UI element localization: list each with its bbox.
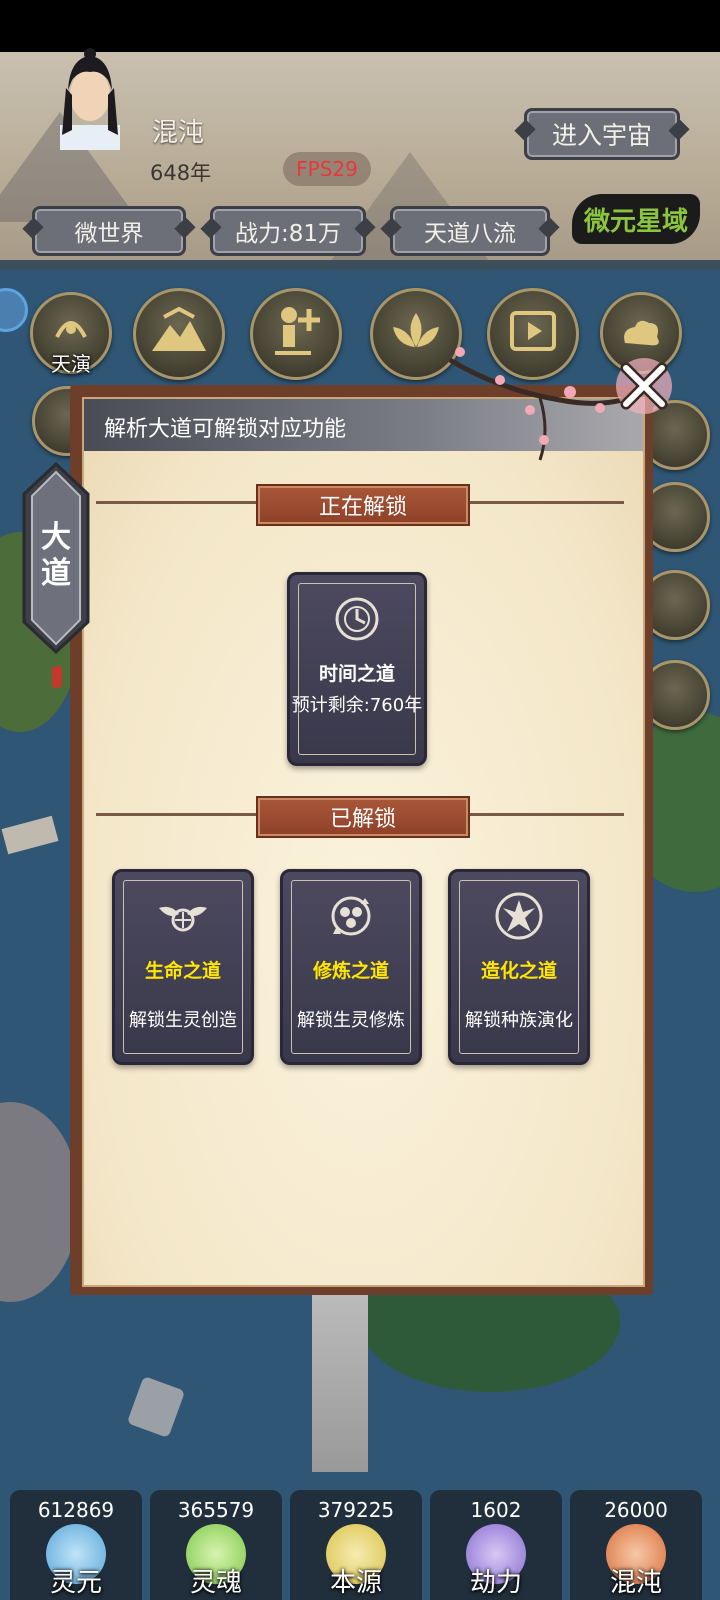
card-name: 修炼之道 [312, 960, 389, 982]
island-statue [0, 1102, 80, 1302]
player-age: 648年 [150, 161, 212, 185]
tiandao-button[interactable]: 天道八流 [390, 206, 550, 256]
winged-life-icon [159, 906, 207, 932]
eye-swirl-icon [55, 321, 87, 338]
resource-value: 365579 [177, 1498, 255, 1522]
divider-left [96, 501, 256, 504]
boat [1, 815, 59, 855]
player-name: 混沌 [152, 118, 205, 148]
resource-jieli[interactable]: 1602 劫力 [430, 1490, 562, 1600]
resource-hundun[interactable]: 26000 混沌 [570, 1490, 702, 1600]
dao-card-cultivation[interactable]: 修炼之道 解锁生灵修炼 [280, 869, 422, 1065]
person-add-icon [275, 307, 320, 355]
resource-name: 混沌 [609, 1568, 662, 1598]
dialog-title: 解析大道可解锁对应功能 [104, 417, 347, 442]
cultivation-cycle-icon [331, 896, 371, 936]
floating-rock [126, 1375, 186, 1439]
card-name: 造化之道 [480, 960, 557, 982]
create-creature-button[interactable] [250, 288, 342, 380]
resource-name: 本源 [329, 1568, 382, 1598]
resource-name: 劫力 [469, 1568, 522, 1598]
resource-value: 379225 [317, 1498, 395, 1522]
card-desc: 解锁种族演化 [465, 1010, 573, 1031]
resource-benyuan[interactable]: 379225 本源 [290, 1490, 422, 1600]
mountain-icon [152, 307, 206, 351]
card-desc: 解锁生灵创造 [129, 1010, 237, 1031]
resource-value: 1602 [470, 1498, 522, 1522]
fps-counter: FPS29 [283, 152, 371, 186]
tianyan-label: 天演 [51, 352, 91, 376]
tab-tassel [52, 666, 62, 688]
resource-value: 612869 [37, 1498, 115, 1522]
dao-card-creation[interactable]: 造化之道 解锁种族演化 [448, 869, 590, 1065]
resource-name: 灵魂 [189, 1568, 242, 1598]
create-land-button[interactable] [133, 288, 225, 380]
card-desc: 预计剩余:760年 [291, 695, 423, 716]
waterfall [312, 1292, 368, 1472]
dadao-dialog: 解析大道可解锁对应功能 正在解锁 时间之道 预计剩余:760年 已解锁 生命之道… [70, 385, 653, 1295]
card-name: 时间之道 [318, 663, 395, 685]
power-button[interactable]: 战力:81万 [210, 206, 366, 256]
dao-card-time[interactable]: 时间之道 预计剩余:760年 [287, 572, 427, 766]
divider-right [464, 501, 624, 504]
realm-label[interactable]: 微元星域 [572, 194, 700, 244]
phoenix-icon [495, 892, 543, 940]
card-desc: 解锁生灵修炼 [297, 1010, 405, 1031]
resource-lingyuan[interactable]: 612869 灵元 [10, 1490, 142, 1600]
resource-linghun[interactable]: 365579 灵魂 [150, 1490, 282, 1600]
time-swirl-icon [335, 597, 379, 641]
header-divider [0, 260, 720, 270]
dadao-tab-label: 大道 [41, 520, 71, 591]
divider-right [464, 813, 624, 816]
card-name: 生命之道 [144, 960, 221, 982]
unlocked-header: 已解锁 [256, 796, 470, 838]
unlocking-header: 正在解锁 [256, 484, 470, 526]
resource-value: 26000 [604, 1498, 668, 1522]
divider-left [96, 813, 256, 816]
close-icon[interactable] [612, 354, 676, 418]
tianyan-button[interactable]: 天演 [30, 292, 112, 376]
avatar[interactable] [40, 40, 140, 150]
lotus-icon [393, 313, 439, 347]
dao-card-life[interactable]: 生命之道 解锁生灵创造 [112, 869, 254, 1065]
dialog-body: 解析大道可解锁对应功能 正在解锁 时间之道 预计剩余:760年 已解锁 生命之道… [82, 397, 645, 1287]
resource-name: 灵元 [49, 1568, 102, 1598]
enter-universe-button[interactable]: 进入宇宙 [524, 108, 680, 160]
micro-world-button[interactable]: 微世界 [32, 206, 186, 256]
